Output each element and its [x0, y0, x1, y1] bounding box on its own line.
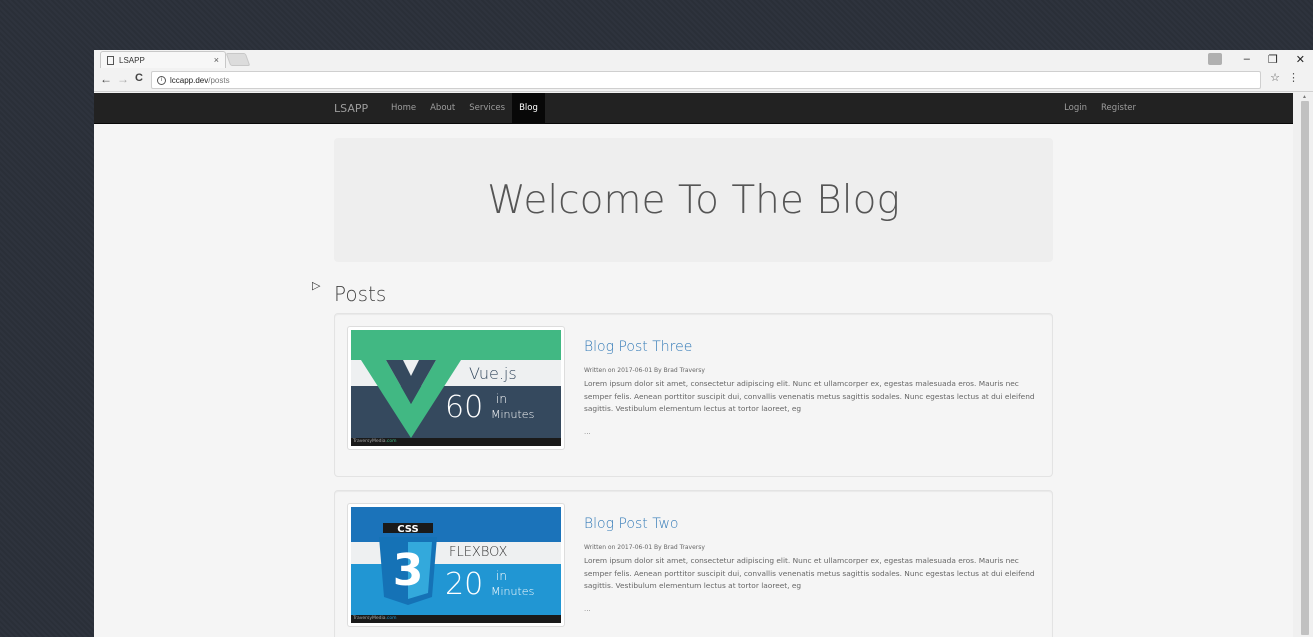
post-excerpt: Lorem ipsum dolor sit amet, consectetur … [584, 556, 1035, 590]
thumb-in: in [496, 569, 507, 583]
thumb-footer-domain: .com [385, 616, 397, 621]
posts-heading: Posts [334, 282, 387, 306]
css3-logo-number: 3 [393, 545, 424, 596]
minimize-button[interactable]: – [1244, 53, 1250, 65]
tab-strip: LSAPP × – ❐ ✕ [94, 50, 1313, 68]
bookmark-star-icon[interactable]: ☆ [1270, 71, 1280, 84]
post-ellipsis: ... [584, 605, 591, 613]
window-controls: – ❐ ✕ [1207, 50, 1305, 68]
thumb-band [351, 330, 561, 360]
page-viewport: LSAPP Home About Services Blog Login Reg… [94, 93, 1293, 637]
post-card: Vue.js 60 in Minutes TraversyMedia.com B… [334, 313, 1053, 477]
reload-icon[interactable]: C [135, 72, 143, 84]
thumb-footer: TraversyMedia.com [351, 615, 561, 623]
new-tab-button[interactable] [225, 53, 251, 66]
jumbotron: Welcome To The Blog [334, 138, 1053, 262]
post-meta: Written on 2017-06-01 By Brad Traversy [584, 367, 705, 374]
css3-logo-badge-text: CSS [397, 524, 418, 535]
post-ellipsis: ... [584, 428, 591, 436]
vertical-scrollbar[interactable]: ▲ [1293, 93, 1313, 637]
thumb-number: 20 [445, 567, 484, 602]
navbar-brand[interactable]: LSAPP [334, 102, 368, 115]
tab-title: LSAPP [119, 55, 145, 65]
thumb-unit: Minutes [491, 585, 535, 598]
thumb-footer-brand: TraversyMedia [353, 616, 386, 621]
post-title-link[interactable]: Blog Post Two [584, 516, 678, 532]
url-host: lccapp.dev [170, 75, 209, 85]
thumb-tech-name: Vue.js [469, 364, 517, 383]
thumb-footer-domain: .com [385, 439, 397, 444]
thumb-tech-name: FLEXBOX [449, 545, 508, 560]
address-bar: ← → C i lccapp.dev /posts ☆ ⋮ [94, 68, 1313, 92]
post-excerpt: Lorem ipsum dolor sit amet, consectetur … [584, 379, 1035, 413]
browser-tab[interactable]: LSAPP × [100, 51, 226, 68]
browser-menu-icon[interactable]: ⋮ [1288, 71, 1299, 84]
post-thumbnail[interactable]: CSS 3 FLEXBOX 20 in Minutes TraversyMedi… [347, 503, 565, 627]
thumb-footer-brand: TraversyMedia [353, 439, 386, 444]
mouse-cursor-icon: ▷ [312, 279, 321, 292]
site-navbar: LSAPP Home About Services Blog Login Reg… [94, 93, 1293, 124]
scroll-up-arrow-icon[interactable]: ▲ [1302, 94, 1307, 100]
page-title: Welcome To The Blog [487, 177, 900, 223]
back-arrow-icon[interactable]: ← [100, 72, 112, 86]
thumb-number: 60 [445, 390, 484, 425]
navbar-right-links: Login Register [1057, 93, 1143, 123]
nav-link-home[interactable]: Home [384, 93, 423, 123]
url-path: /posts [208, 75, 230, 85]
user-profile-icon[interactable] [1207, 53, 1222, 65]
post-title-link[interactable]: Blog Post Three [584, 339, 692, 355]
url-input[interactable]: i lccapp.dev /posts [151, 71, 1261, 89]
thumb-in: in [496, 392, 507, 406]
post-card: CSS 3 FLEXBOX 20 in Minutes TraversyMedi… [334, 490, 1053, 637]
navbar-links: Home About Services Blog [384, 93, 545, 123]
forward-arrow-icon[interactable]: → [117, 72, 129, 86]
scrollbar-thumb[interactable] [1301, 101, 1309, 635]
browser-window: LSAPP × – ❐ ✕ ← → C i lccapp.dev /posts … [94, 50, 1313, 637]
post-meta: Written on 2017-06-01 By Brad Traversy [584, 544, 705, 551]
close-window-button[interactable]: ✕ [1296, 53, 1305, 66]
thumb-unit: Minutes [491, 408, 535, 421]
maximize-button[interactable]: ❐ [1268, 53, 1278, 66]
nav-link-services[interactable]: Services [462, 93, 512, 123]
page-icon [107, 55, 114, 65]
nav-link-blog[interactable]: Blog [512, 93, 545, 123]
css3-logo-icon: CSS 3 [379, 523, 437, 605]
nav-link-about[interactable]: About [423, 93, 462, 123]
nav-link-register[interactable]: Register [1094, 93, 1143, 123]
tab-close-icon[interactable]: × [214, 55, 219, 65]
nav-link-login[interactable]: Login [1057, 93, 1094, 123]
info-icon[interactable]: i [157, 75, 166, 85]
thumb-footer: TraversyMedia.com [351, 438, 561, 446]
post-thumbnail[interactable]: Vue.js 60 in Minutes TraversyMedia.com [347, 326, 565, 450]
